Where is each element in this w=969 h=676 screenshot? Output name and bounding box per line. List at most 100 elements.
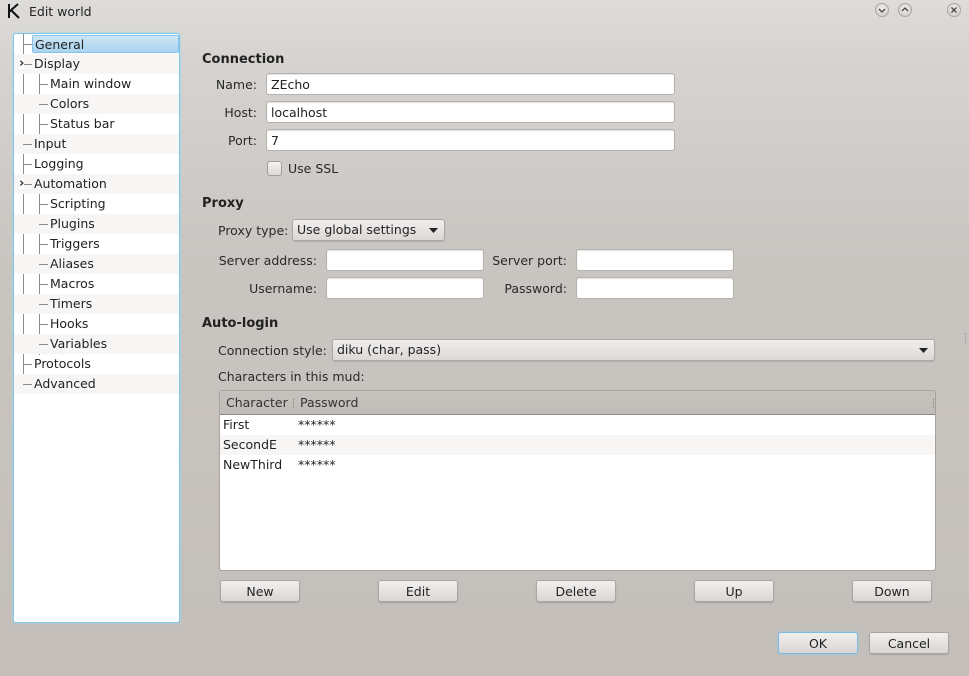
sidebar-item-general[interactable]: General bbox=[14, 34, 179, 54]
server-address-label: Server address: bbox=[218, 253, 317, 268]
cancel-button[interactable]: Cancel bbox=[869, 632, 949, 654]
tree-branch-line bbox=[39, 84, 48, 85]
new-button[interactable]: New bbox=[220, 580, 300, 602]
port-label: Port: bbox=[228, 133, 257, 148]
sidebar-item-label: Hooks bbox=[50, 316, 89, 331]
sidebar-item-plugins[interactable]: Plugins bbox=[14, 214, 179, 234]
minimize-icon bbox=[878, 8, 886, 13]
minimize-button[interactable] bbox=[875, 3, 889, 17]
sidebar-item-label: Automation bbox=[34, 176, 107, 191]
sidebar-item-label: Logging bbox=[34, 156, 84, 171]
username-field[interactable] bbox=[326, 277, 484, 299]
sidebar-item-label: Main window bbox=[50, 76, 132, 91]
port-field[interactable] bbox=[266, 129, 675, 151]
sidebar-item-label: Advanced bbox=[34, 376, 96, 391]
sidebar-item-label: Aliases bbox=[50, 256, 94, 271]
connection-style-select[interactable]: diku (char, pass) bbox=[332, 339, 935, 361]
character-cell: NewThird bbox=[223, 457, 283, 472]
proxy-section-title: Proxy bbox=[202, 196, 244, 211]
resize-grip[interactable] bbox=[965, 333, 968, 343]
username-label: Username: bbox=[249, 281, 317, 296]
sidebar-item-scripting[interactable]: Scripting bbox=[14, 194, 179, 214]
host-label: Host: bbox=[224, 105, 257, 120]
connection-style-label: Connection style: bbox=[218, 343, 327, 358]
window-title: Edit world bbox=[29, 4, 92, 19]
expand-arrow-icon[interactable]: › bbox=[19, 177, 25, 190]
sidebar-item-logging[interactable]: Logging bbox=[14, 154, 179, 174]
host-field[interactable] bbox=[266, 101, 675, 123]
password-cell: ****** bbox=[298, 437, 336, 452]
tree-branch-line bbox=[23, 144, 32, 145]
sidebar-item-display[interactable]: › Display bbox=[14, 54, 179, 74]
connection-style-value: diku (char, pass) bbox=[337, 342, 442, 357]
title-bar: Edit world bbox=[0, 0, 969, 24]
sidebar-item-colors[interactable]: Colors bbox=[14, 94, 179, 114]
sidebar-item-label: Status bar bbox=[50, 116, 115, 131]
sidebar-item-label: Scripting bbox=[50, 196, 106, 211]
name-field[interactable] bbox=[266, 73, 675, 95]
sidebar-item-hooks[interactable]: Hooks bbox=[14, 314, 179, 334]
sidebar-item-label: Plugins bbox=[50, 216, 95, 231]
sidebar-item-advanced[interactable]: Advanced bbox=[14, 374, 179, 394]
edit-button[interactable]: Edit bbox=[378, 580, 458, 602]
character-cell: SecondE bbox=[223, 437, 277, 452]
delete-button[interactable]: Delete bbox=[536, 580, 616, 602]
sidebar-item-protocols[interactable]: Protocols bbox=[14, 354, 179, 374]
sidebar-item-macros[interactable]: Macros bbox=[14, 274, 179, 294]
tree-branch-line bbox=[39, 224, 48, 225]
tree-branch-line bbox=[39, 264, 48, 265]
tree-branch-line bbox=[39, 124, 48, 125]
server-port-field[interactable] bbox=[576, 249, 734, 271]
use-ssl-checkbox[interactable] bbox=[267, 161, 282, 176]
sidebar-item-main-window[interactable]: Main window bbox=[14, 74, 179, 94]
down-button[interactable]: Down bbox=[852, 580, 932, 602]
sidebar-item-variables[interactable]: Variables bbox=[14, 334, 179, 354]
close-button[interactable] bbox=[947, 3, 961, 17]
column-header-password[interactable]: Password bbox=[300, 395, 358, 410]
column-separator[interactable] bbox=[933, 399, 935, 408]
tree-branch-line bbox=[39, 344, 48, 345]
proxy-type-label: Proxy type: bbox=[218, 223, 289, 238]
close-icon bbox=[951, 7, 957, 13]
maximize-button[interactable] bbox=[898, 3, 912, 17]
sidebar-item-status-bar[interactable]: Status bar bbox=[14, 114, 179, 134]
tree-branch-line bbox=[23, 384, 32, 385]
character-cell: First bbox=[223, 417, 250, 432]
use-ssl-label[interactable]: Use SSL bbox=[288, 161, 338, 176]
ok-button[interactable]: OK bbox=[778, 632, 858, 654]
sidebar-item-aliases[interactable]: Aliases bbox=[14, 254, 179, 274]
app-logo-icon bbox=[8, 3, 20, 19]
sidebar-item-label: General bbox=[32, 35, 179, 53]
tree-branch-line bbox=[39, 204, 48, 205]
table-header: Character Password bbox=[220, 391, 935, 415]
table-row[interactable]: NewThird ****** bbox=[220, 455, 935, 475]
server-address-field[interactable] bbox=[326, 249, 484, 271]
tree-branch-line bbox=[39, 324, 48, 325]
sidebar-item-triggers[interactable]: Triggers bbox=[14, 234, 179, 254]
tree-branch-line bbox=[23, 364, 32, 365]
column-header-character[interactable]: Character bbox=[226, 395, 288, 410]
edit-world-dialog: Edit world General › Display Main window Col… bbox=[0, 0, 969, 676]
column-separator[interactable] bbox=[293, 399, 295, 408]
sidebar-item-input[interactable]: Input bbox=[14, 134, 179, 154]
password-field[interactable] bbox=[576, 277, 734, 299]
tree-branch-line bbox=[39, 104, 48, 105]
password-cell: ****** bbox=[298, 457, 336, 472]
sidebar-item-automation[interactable]: › Automation bbox=[14, 174, 179, 194]
expand-arrow-icon[interactable]: › bbox=[19, 57, 25, 70]
table-row[interactable]: First ****** bbox=[220, 415, 935, 435]
sidebar-item-timers[interactable]: Timers bbox=[14, 294, 179, 314]
proxy-type-select[interactable]: Use global settings bbox=[292, 219, 445, 241]
password-label: Password: bbox=[504, 281, 567, 296]
table-row[interactable]: SecondE ****** bbox=[220, 435, 935, 455]
sidebar-item-label: Display bbox=[34, 56, 81, 71]
characters-label: Characters in this mud: bbox=[218, 369, 365, 384]
autologin-section-title: Auto-login bbox=[202, 316, 279, 331]
name-label: Name: bbox=[215, 77, 257, 92]
characters-table[interactable]: Character Password First ****** SecondE … bbox=[219, 390, 936, 571]
proxy-type-value: Use global settings bbox=[297, 222, 417, 237]
up-button[interactable]: Up bbox=[694, 580, 774, 602]
sidebar-item-label: Timers bbox=[50, 296, 93, 311]
sidebar-item-label: Protocols bbox=[34, 356, 91, 371]
settings-tree[interactable]: General › Display Main window Colors Status b… bbox=[13, 33, 180, 623]
